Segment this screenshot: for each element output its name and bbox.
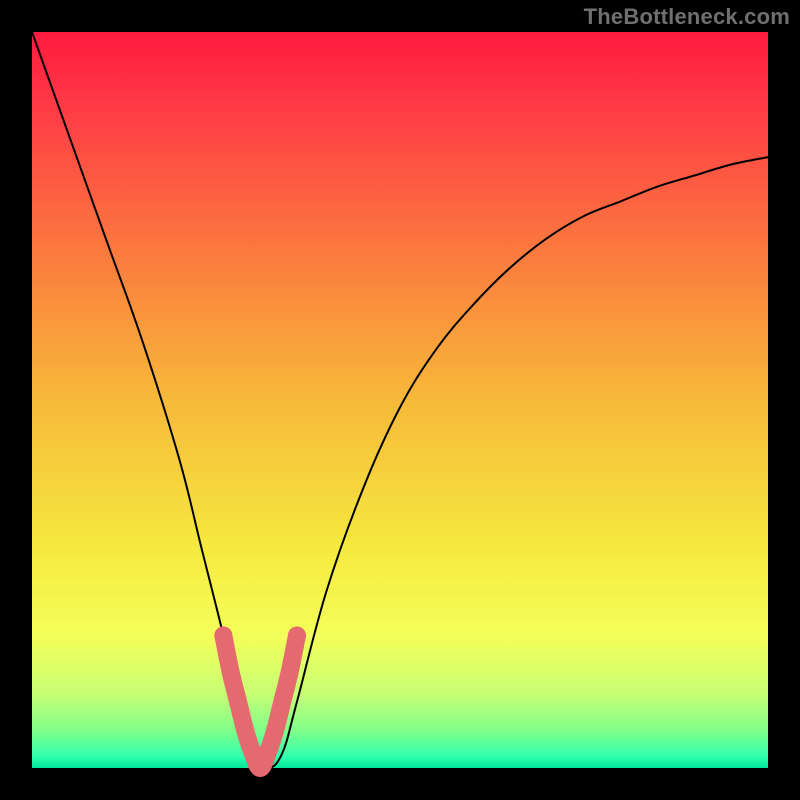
watermark-text: TheBottleneck.com [584,4,790,30]
chart-stage: TheBottleneck.com [0,0,800,800]
bottleneck-chart [0,0,800,800]
plot-background [32,32,768,768]
